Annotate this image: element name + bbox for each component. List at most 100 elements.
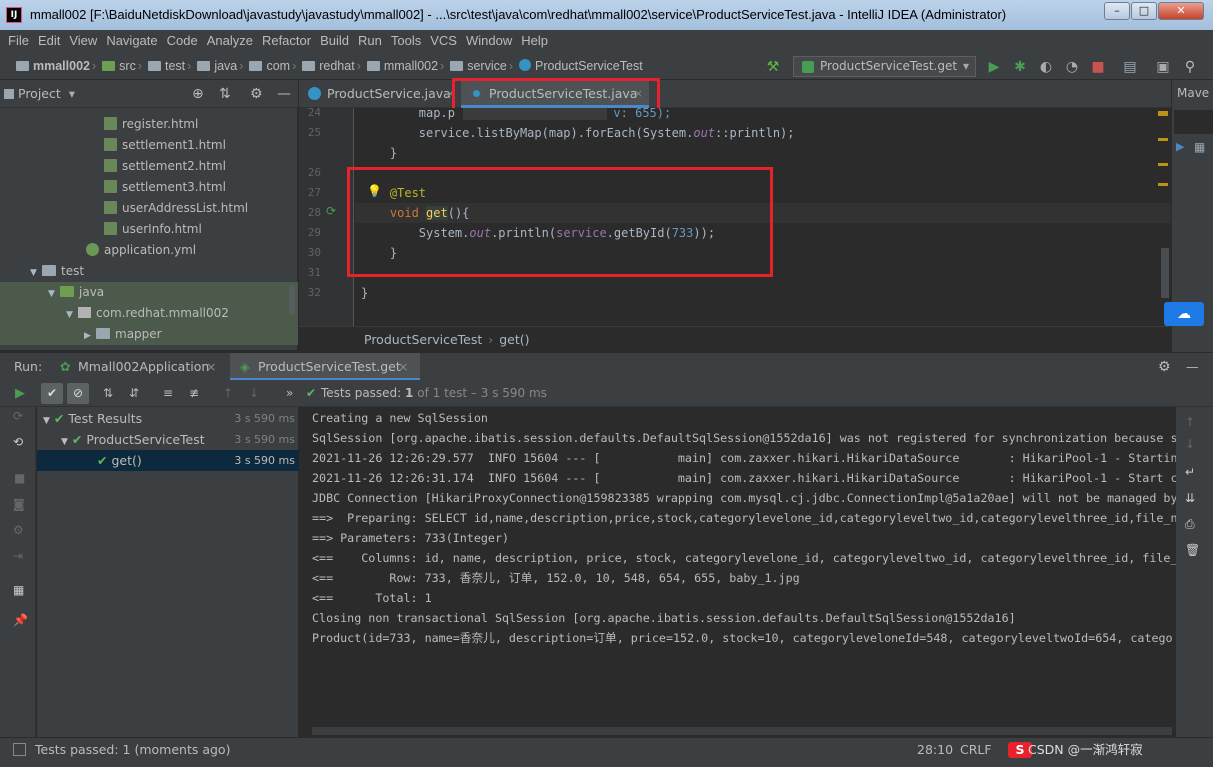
run-tab-product-service-test-get[interactable]: ProductServiceTest.get	[258, 353, 401, 381]
menu-run[interactable]: Run	[358, 33, 382, 48]
tree-item[interactable]: ▼ test	[0, 261, 298, 282]
breadcrumb-redhat[interactable]: redhat	[298, 52, 355, 80]
minimize-button[interactable]: –	[1104, 2, 1130, 20]
soft-wrap-icon[interactable]: ↵	[1185, 465, 1195, 479]
menu-edit[interactable]: Edit	[38, 33, 60, 48]
run-configuration-selector[interactable]: ProductServiceTest.get ▾	[793, 56, 976, 77]
close-window-button[interactable]: ✕	[1158, 2, 1204, 20]
expand-arrow-icon[interactable]: ▼	[66, 305, 78, 326]
tree-item[interactable]: userAddressList.html	[0, 198, 298, 219]
tree-item[interactable]: settlement3.html	[0, 177, 298, 198]
breadcrumb-service[interactable]: service	[446, 52, 507, 80]
tab-product-service[interactable]: ProductService.java ×	[299, 80, 461, 108]
project-view-selector[interactable]: Project	[18, 86, 61, 101]
editor-scrollbar[interactable]	[1161, 248, 1169, 298]
cloud-overlay-icon[interactable]: ☁	[1164, 302, 1204, 326]
settings-gear-icon[interactable]: ⚙	[250, 80, 263, 108]
breadcrumb-java[interactable]: java	[193, 52, 237, 80]
breadcrumb-com[interactable]: com	[245, 52, 290, 80]
tree-item[interactable]: userInfo.html	[0, 219, 298, 240]
layout-icon[interactable]: ▣	[1154, 58, 1172, 76]
menu-analyze[interactable]: Analyze	[207, 33, 253, 48]
hide-panel-icon[interactable]: —	[1186, 353, 1199, 381]
breadcrumb-mmall002[interactable]: mmall002	[363, 52, 438, 80]
caret-position[interactable]: 28:10	[917, 738, 953, 762]
show-ignored-toggle[interactable]: ⊘	[67, 383, 89, 404]
expand-icon[interactable]: ▶	[1176, 140, 1184, 153]
toggle-auto-test-icon[interactable]: ⟲	[13, 435, 23, 449]
menu-window[interactable]: Window	[466, 33, 512, 48]
settings-gear-icon[interactable]: ⚙	[1158, 353, 1171, 381]
rerun-icon[interactable]: ▶	[15, 380, 25, 407]
menu-file[interactable]: File	[8, 33, 29, 48]
coverage-icon[interactable]: ◐	[1037, 58, 1055, 76]
up-arrow-icon[interactable]: ↑	[1185, 415, 1195, 429]
line-separator[interactable]: CRLF	[960, 738, 992, 762]
collapse-arrow-icon[interactable]: ▶	[84, 326, 96, 347]
breadcrumb-class[interactable]: ProductServiceTest	[364, 332, 482, 347]
tree-item[interactable]: register.html	[0, 114, 298, 135]
show-passed-toggle[interactable]: ✔	[41, 383, 63, 404]
search-everywhere-icon[interactable]: ⚲	[1181, 58, 1199, 76]
exit-icon[interactable]: ⇥	[13, 549, 23, 563]
camera-icon[interactable]: ◙	[13, 497, 25, 511]
layout-icon[interactable]: ▦	[13, 583, 24, 597]
clear-all-icon[interactable]: 🗑	[1185, 543, 1200, 557]
sort-duration-icon[interactable]: ⇵	[129, 380, 139, 407]
more-icon[interactable]: »	[286, 380, 293, 407]
previous-failed-icon[interactable]: ↑	[223, 380, 233, 407]
profile-icon[interactable]: ◔	[1063, 58, 1081, 76]
project-scrollbar[interactable]	[289, 285, 295, 315]
menu-refactor[interactable]: Refactor	[262, 33, 311, 48]
next-failed-icon[interactable]: ↓	[249, 380, 259, 407]
test-method-node[interactable]: ✔ get() 3 s 590 ms	[37, 450, 299, 471]
test-class-node[interactable]: ▼ ✔ ProductServiceTest 3 s 590 ms	[37, 429, 299, 450]
rerun-failed-icon[interactable]: ⟳	[13, 409, 23, 423]
menu-code[interactable]: Code	[167, 33, 198, 48]
run-test-gutter-icon[interactable]: ⟳	[326, 204, 336, 218]
close-tab-icon[interactable]: ×	[398, 353, 408, 381]
maximize-button[interactable]: □	[1131, 2, 1157, 20]
tree-item[interactable]: ▼ java	[0, 282, 298, 303]
menu-view[interactable]: View	[69, 33, 97, 48]
down-arrow-icon[interactable]: ↓	[1185, 437, 1195, 451]
sort-alpha-icon[interactable]: ⇅	[103, 380, 113, 407]
settings-gear-icon[interactable]: ⚙	[13, 523, 24, 537]
run-icon[interactable]: ▶	[985, 58, 1003, 76]
tool-windows-icon[interactable]	[13, 743, 26, 756]
tree-item[interactable]: ▶ mapper	[0, 324, 298, 345]
run-tab-mmall002[interactable]: Mmall002Application	[78, 353, 209, 381]
expand-arrow-icon[interactable]: ▼	[30, 263, 42, 284]
pin-icon[interactable]: 📌	[13, 613, 28, 627]
menu-tools[interactable]: Tools	[391, 33, 421, 48]
tree-item[interactable]: application.yml	[0, 240, 298, 261]
hide-panel-icon[interactable]: —	[277, 80, 291, 108]
menu-navigate[interactable]: Navigate	[106, 33, 157, 48]
menu-help[interactable]: Help	[521, 33, 548, 48]
tree-item[interactable]: settlement2.html	[0, 156, 298, 177]
maven-tool-label[interactable]: Mave	[1177, 86, 1209, 100]
console-output[interactable]: Creating a new SqlSession SqlSession [org…	[300, 407, 1176, 737]
breadcrumb-src[interactable]: src	[98, 52, 136, 80]
locate-file-icon[interactable]: ⊕	[192, 80, 204, 108]
build-hammer-icon[interactable]: ⚒	[764, 58, 782, 76]
menu-build[interactable]: Build	[320, 33, 349, 48]
expand-arrow-icon[interactable]: ▼	[48, 284, 60, 305]
breadcrumb-productservicetest[interactable]: ProductServiceTest	[515, 52, 643, 80]
menu-vcs[interactable]: VCS	[430, 33, 457, 48]
stop-icon[interactable]: ■	[14, 471, 25, 485]
collapse-all-icon[interactable]: ⇅	[219, 80, 231, 108]
scroll-to-end-icon[interactable]: ⇊	[1185, 491, 1195, 505]
test-results-root[interactable]: ▼ ✔ Test Results 3 s 590 ms	[37, 408, 299, 429]
breadcrumb-test[interactable]: test	[144, 52, 185, 80]
tree-item[interactable]: settlement1.html	[0, 135, 298, 156]
debug-icon[interactable]: ✱	[1011, 58, 1029, 76]
expand-all-icon[interactable]: ≡	[163, 380, 173, 407]
close-tab-icon[interactable]: ×	[206, 353, 216, 381]
stop-icon[interactable]: ■	[1089, 58, 1107, 76]
collapse-all-icon[interactable]: ≢	[189, 380, 199, 407]
breadcrumb-method[interactable]: get()	[499, 332, 529, 347]
print-icon[interactable]: ⎙	[1185, 517, 1195, 532]
breadcrumb-mmall002[interactable]: mmall002	[0, 52, 90, 80]
tree-item[interactable]: ▼ com.redhat.mmall002	[0, 303, 298, 324]
